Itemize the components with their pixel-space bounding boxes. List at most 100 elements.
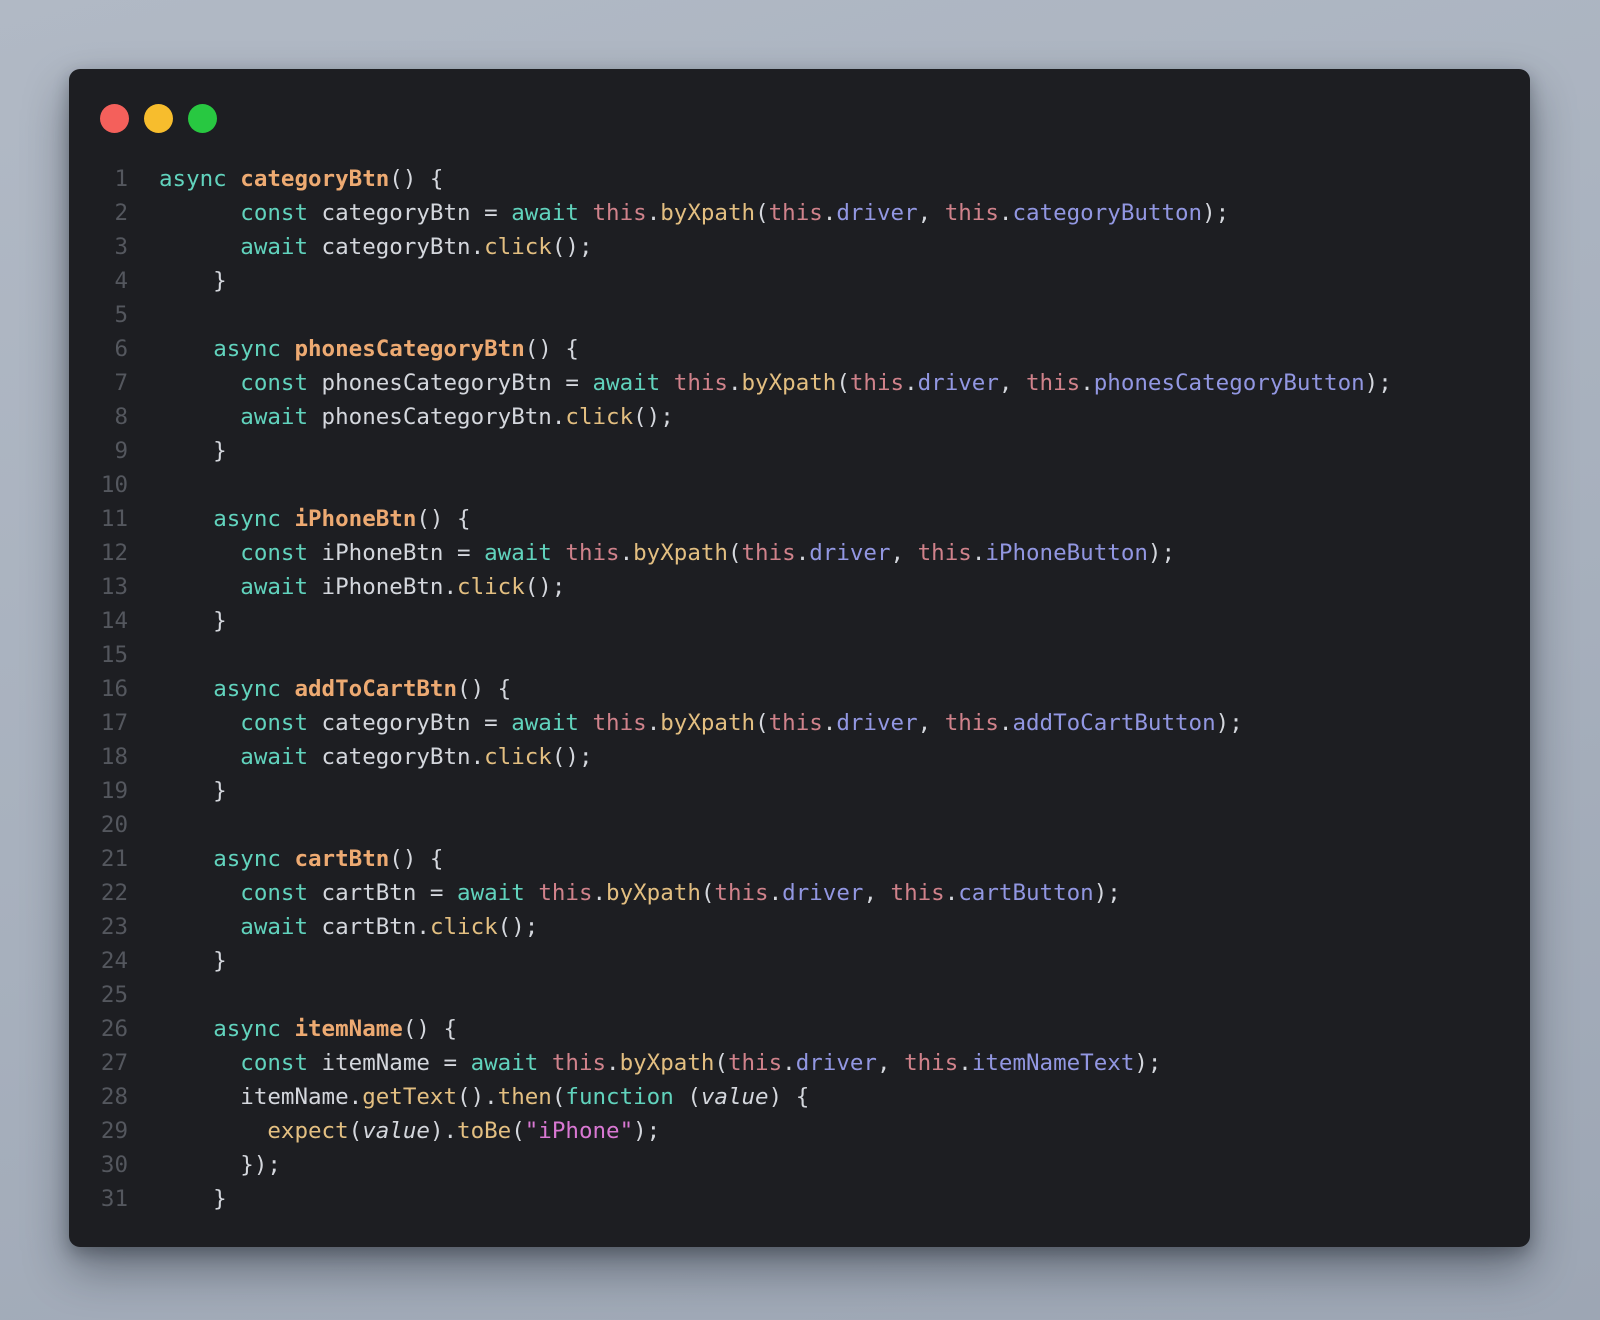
code-text: await phonesCategoryBtn.click(); xyxy=(159,404,674,430)
token-pln: ). xyxy=(429,1118,458,1144)
token-self: this xyxy=(592,710,647,736)
token-pln xyxy=(159,880,240,906)
token-pln: . xyxy=(768,880,783,906)
line-number: 22 xyxy=(100,880,128,906)
code-text: await categoryBtn.click(); xyxy=(159,744,593,770)
zoom-button-icon[interactable] xyxy=(188,104,217,133)
minimize-button-icon[interactable] xyxy=(144,104,173,133)
token-pln: . xyxy=(998,710,1013,736)
code-text: } xyxy=(159,608,227,634)
token-prop: driver xyxy=(782,880,864,906)
token-pln xyxy=(159,540,240,566)
token-fn: cartBtn xyxy=(294,846,390,872)
token-meth: click xyxy=(565,404,634,430)
token-kw: async xyxy=(213,506,295,532)
code-line: 16 async addToCartBtn() { xyxy=(100,672,1520,706)
code-text: } xyxy=(159,948,227,974)
line-number: 8 xyxy=(114,404,128,430)
code-line: 24 } xyxy=(100,944,1520,978)
token-pln: , xyxy=(998,370,1026,396)
code-line: 6 async phonesCategoryBtn() { xyxy=(100,332,1520,366)
line-number: 26 xyxy=(100,1016,128,1042)
line-number: 31 xyxy=(100,1186,128,1212)
token-pln: () { xyxy=(457,676,512,702)
token-pln: ( xyxy=(836,370,850,396)
token-pln: () { xyxy=(389,846,444,872)
token-self: this xyxy=(917,540,972,566)
token-pln: . xyxy=(782,1050,796,1076)
token-pln xyxy=(159,744,240,770)
close-button-icon[interactable] xyxy=(100,104,129,133)
token-kw: async xyxy=(159,166,241,192)
token-prop: itemNameText xyxy=(971,1050,1135,1076)
code-line: 30 }); xyxy=(100,1148,1520,1182)
code-line: 19 } xyxy=(100,774,1520,808)
token-pln xyxy=(579,200,593,226)
token-kw: await xyxy=(592,370,661,396)
token-self: this xyxy=(727,1050,783,1076)
token-prop: driver xyxy=(809,540,891,566)
token-pln: . xyxy=(646,200,661,226)
token-pln: ) { xyxy=(768,1084,810,1110)
token-pln: (); xyxy=(551,744,593,770)
token-prop: driver xyxy=(836,710,918,736)
line-number: 19 xyxy=(100,778,128,804)
token-meth: click xyxy=(484,234,552,260)
token-pln: , xyxy=(890,540,918,566)
code-snippet-window: 1 async categoryBtn() {2 const categoryBt… xyxy=(69,69,1530,1247)
token-pln: categoryBtn. xyxy=(308,234,485,260)
code-text: const phonesCategoryBtn = await this.byX… xyxy=(159,370,1391,396)
token-fn: categoryBtn xyxy=(240,166,390,192)
token-self: this xyxy=(768,200,823,226)
token-kw: await xyxy=(240,574,309,600)
token-kw: await xyxy=(470,1050,539,1076)
line-number: 16 xyxy=(100,676,128,702)
token-prop: addToCartButton xyxy=(1012,710,1216,736)
token-pln xyxy=(159,710,240,736)
token-kw: async xyxy=(213,676,295,702)
code-line: 29 expect(value).toBe("iPhone"); xyxy=(100,1114,1520,1148)
token-self: this xyxy=(592,200,647,226)
token-kw: await xyxy=(457,880,525,906)
token-meth: getText xyxy=(362,1084,458,1110)
code-lines: 1 async categoryBtn() {2 const categoryBt… xyxy=(100,162,1520,1216)
line-number: 29 xyxy=(100,1118,128,1144)
code-line: 2 const categoryBtn = await this.byXpath… xyxy=(100,196,1520,230)
token-pln: cartBtn. xyxy=(308,914,430,940)
token-pln: } xyxy=(159,268,227,294)
token-meth: byXpath xyxy=(660,200,756,226)
token-fn: addToCartBtn xyxy=(294,676,458,702)
token-pln xyxy=(579,710,593,736)
token-pln: ( xyxy=(348,1118,363,1144)
code-text: await categoryBtn.click(); xyxy=(159,234,592,260)
token-pln xyxy=(159,200,240,226)
code-line: 8 await phonesCategoryBtn.click(); xyxy=(100,400,1520,434)
code-line: 13 await iPhoneBtn.click(); xyxy=(100,570,1520,604)
token-param: value xyxy=(362,1118,430,1144)
token-pln xyxy=(159,676,213,702)
token-self: this xyxy=(904,1050,959,1076)
line-number: 28 xyxy=(100,1084,128,1110)
token-kw: const xyxy=(240,370,309,396)
token-pln: } xyxy=(159,948,227,974)
line-number: 3 xyxy=(114,234,128,260)
token-pln xyxy=(660,370,674,396)
token-pln xyxy=(159,574,240,600)
code-line: 21 async cartBtn() { xyxy=(100,842,1520,876)
token-pln: , xyxy=(917,200,945,226)
code-line: 14 } xyxy=(100,604,1520,638)
token-pln: . xyxy=(998,200,1013,226)
token-prop: phonesCategoryButton xyxy=(1093,370,1365,396)
token-pln: (); xyxy=(524,574,566,600)
token-pln: ( xyxy=(755,710,769,736)
token-pln: (); xyxy=(497,914,539,940)
code-text: const categoryBtn = await this.byXpath(t… xyxy=(159,710,1243,736)
token-meth: click xyxy=(429,914,498,940)
code-text: async cartBtn() { xyxy=(159,846,443,872)
line-number: 4 xyxy=(114,268,128,294)
code-line: 25 xyxy=(100,978,1520,1012)
code-line: 20 xyxy=(100,808,1520,842)
token-meth: byXpath xyxy=(619,1050,715,1076)
token-pln: ); xyxy=(1215,710,1243,736)
token-self: this xyxy=(1026,370,1081,396)
